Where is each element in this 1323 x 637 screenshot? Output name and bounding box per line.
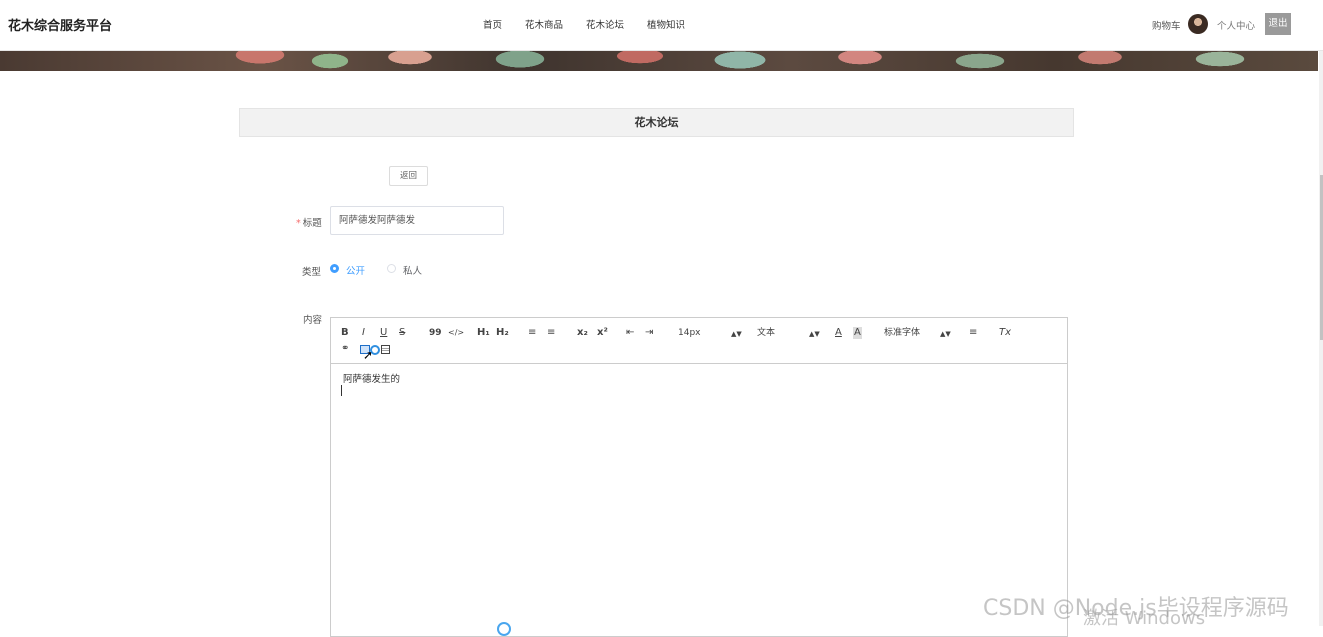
- radio-private-label[interactable]: 私人: [403, 263, 422, 277]
- header-select-arrow-icon: ▲▼: [809, 330, 820, 338]
- font-select-value: 标准字体: [884, 328, 921, 338]
- subscript-button[interactable]: x₂: [577, 327, 588, 339]
- radio-private-dot[interactable]: [387, 264, 396, 273]
- clean-format-button[interactable]: Tx: [999, 327, 1011, 339]
- title-input[interactable]: 阿萨德发阿萨德发: [330, 206, 504, 235]
- windows-activation-watermark: 激活 Windows: [1083, 608, 1206, 629]
- title-label-text: 标题: [302, 218, 322, 229]
- bullet-list-button[interactable]: ≡: [547, 327, 555, 339]
- size-select-value: 14px: [678, 328, 701, 338]
- code-block-button[interactable]: </>: [448, 327, 464, 339]
- header-2-button[interactable]: H₂: [496, 327, 509, 339]
- text-caret: [341, 385, 342, 396]
- blockquote-button[interactable]: 99: [429, 327, 442, 339]
- site-brand[interactable]: 花木综合服务平台: [8, 15, 112, 34]
- video-icon[interactable]: [381, 345, 390, 354]
- loading-spinner-icon: [497, 622, 511, 636]
- nav-item-knowledge[interactable]: 植物知识: [647, 17, 685, 31]
- link-icon[interactable]: ⚭: [341, 343, 349, 355]
- strike-button[interactable]: S: [399, 327, 405, 339]
- rich-text-editor[interactable]: B I U S 99 </> H₁ H₂ ≡ ≡ x₂ x² ⇤ ⇥ 14px …: [330, 317, 1068, 637]
- italic-button[interactable]: I: [362, 327, 365, 339]
- avatar[interactable]: [1188, 14, 1208, 34]
- banner-image: [0, 51, 1318, 71]
- content-label: 内容: [303, 315, 323, 326]
- font-select-arrow-icon: ▲▼: [940, 330, 951, 338]
- editor-toolbar: B I U S 99 </> H₁ H₂ ≡ ≡ x₂ x² ⇤ ⇥ 14px …: [331, 318, 1067, 364]
- superscript-button[interactable]: x²: [597, 327, 608, 339]
- underline-button[interactable]: U: [380, 327, 387, 339]
- user-center-link[interactable]: 个人中心: [1217, 18, 1255, 32]
- title-label: * 标题: [296, 215, 322, 229]
- type-label: 类型: [302, 267, 322, 278]
- size-select[interactable]: 14px ▲▼: [678, 327, 742, 339]
- mouse-cursor-icon: ➚: [363, 348, 374, 362]
- required-mark: *: [296, 218, 301, 229]
- cart-link[interactable]: 购物车: [1152, 18, 1181, 32]
- background-color-button[interactable]: A: [853, 327, 862, 339]
- radio-public-label[interactable]: 公开: [346, 263, 365, 277]
- font-color-button[interactable]: A: [835, 327, 842, 339]
- header-1-button[interactable]: H₁: [477, 327, 490, 339]
- outdent-button[interactable]: ⇤: [626, 327, 634, 339]
- nav-item-products[interactable]: 花木商品: [525, 17, 563, 31]
- size-select-arrow-icon: ▲▼: [731, 330, 742, 338]
- radio-public-dot[interactable]: [330, 264, 339, 273]
- header-select-value: 文本: [757, 328, 776, 338]
- nav-item-forum[interactable]: 花木论坛: [586, 17, 624, 31]
- logout-button[interactable]: 退出: [1265, 13, 1291, 35]
- top-nav: 花木综合服务平台 首页 花木商品 花木论坛 植物知识 购物车 个人中心 退出: [0, 0, 1323, 51]
- bold-button[interactable]: B: [341, 327, 349, 339]
- header-select[interactable]: 文本 ▲▼: [757, 327, 820, 339]
- indent-button[interactable]: ⇥: [645, 327, 653, 339]
- back-button[interactable]: 返回: [389, 166, 428, 186]
- section-title: 花木论坛: [239, 108, 1074, 137]
- nav-item-home[interactable]: 首页: [483, 17, 502, 31]
- editor-content[interactable]: 阿萨德发生的: [343, 371, 400, 385]
- font-select[interactable]: 标准字体 ▲▼: [884, 327, 951, 339]
- ordered-list-button[interactable]: ≡: [528, 327, 536, 339]
- align-button[interactable]: ≡: [969, 327, 977, 339]
